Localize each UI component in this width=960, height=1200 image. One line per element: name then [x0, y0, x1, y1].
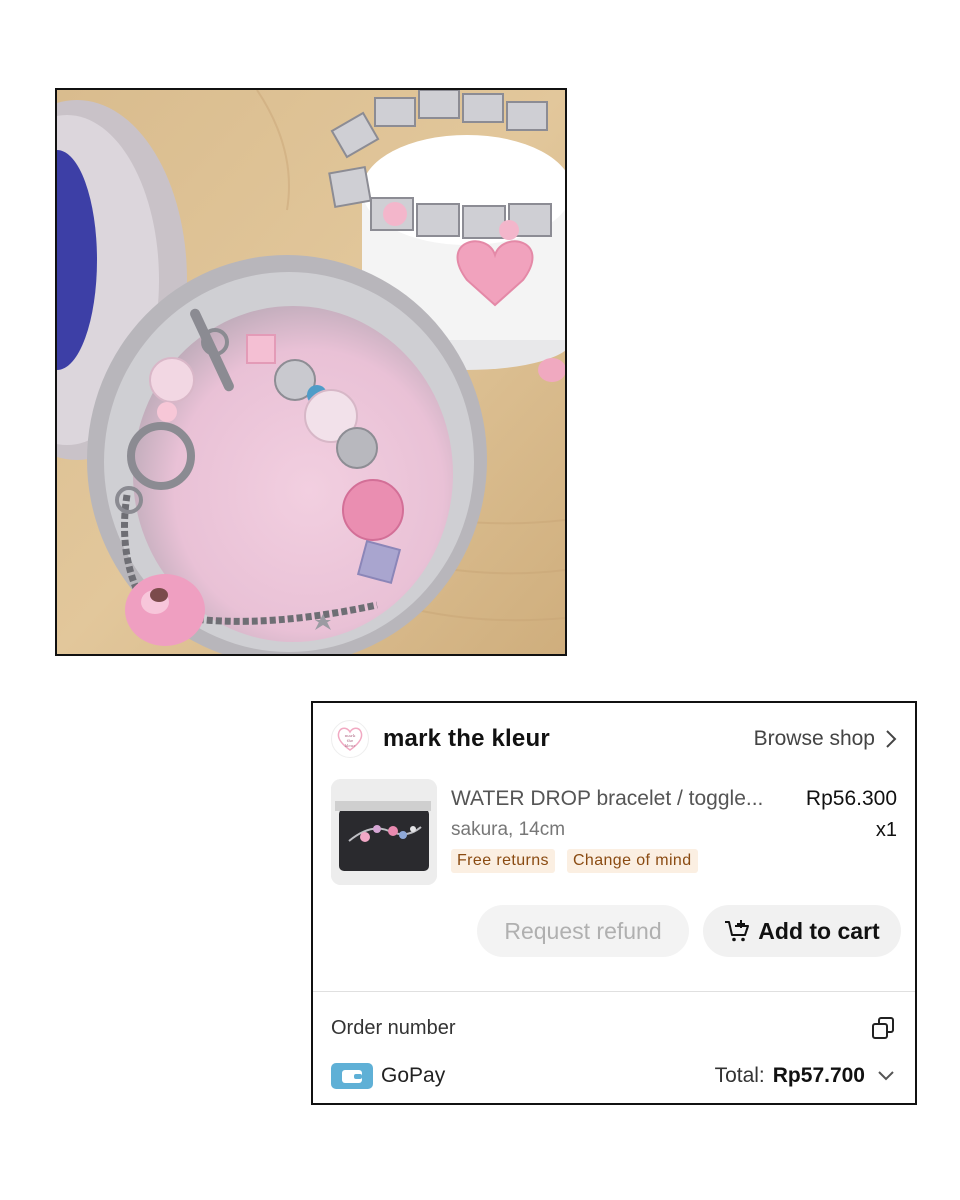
shop-logo[interactable]: mark the kleur	[331, 720, 369, 758]
product-photo	[55, 88, 567, 656]
product-quantity: x1	[875, 819, 897, 841]
total-label: Total:	[714, 1064, 765, 1087]
order-number-label: Order number	[331, 1016, 456, 1039]
copy-icon[interactable]	[871, 1016, 895, 1040]
order-number-row: Order number	[331, 1013, 895, 1043]
tag-change-of-mind: Change of mind	[566, 849, 698, 873]
payment-method: GoPay	[381, 1064, 446, 1087]
request-refund-button[interactable]: Request refund	[477, 905, 689, 957]
chevron-down-icon[interactable]	[877, 1070, 895, 1082]
chevron-right-icon	[885, 729, 897, 749]
product-name[interactable]: WATER DROP bracelet / toggle...	[451, 787, 773, 811]
browse-shop-label: Browse shop	[753, 727, 875, 750]
cart-plus-icon	[724, 919, 750, 943]
shop-name[interactable]: mark the kleur	[383, 725, 550, 753]
wallet-icon	[331, 1063, 373, 1089]
total-value: Rp57.700	[772, 1064, 865, 1087]
product-price: Rp56.300	[805, 787, 897, 810]
add-to-cart-button[interactable]: Add to cart	[703, 905, 901, 957]
product-variant: sakura, 14cm	[451, 819, 566, 840]
product-item[interactable]: WATER DROP bracelet / toggle... sakura, …	[331, 779, 897, 889]
order-card: mark the kleur mark the kleur Browse sho…	[311, 701, 917, 1105]
add-to-cart-label: Add to cart	[758, 917, 880, 944]
browse-shop-link[interactable]: Browse shop	[754, 727, 897, 751]
divider	[313, 991, 915, 992]
product-thumbnail[interactable]	[331, 779, 437, 885]
svg-text:kleur: kleur	[345, 743, 356, 748]
request-refund-label: Request refund	[504, 917, 662, 944]
tag-free-returns: Free returns	[451, 849, 555, 873]
product-tags: Free returns Change of mind	[451, 849, 698, 873]
shop-header: mark the kleur mark the kleur Browse sho…	[331, 719, 897, 759]
order-total[interactable]: Total: Rp57.700	[715, 1064, 895, 1088]
payment-row: GoPay Total: Rp57.700	[331, 1061, 895, 1091]
